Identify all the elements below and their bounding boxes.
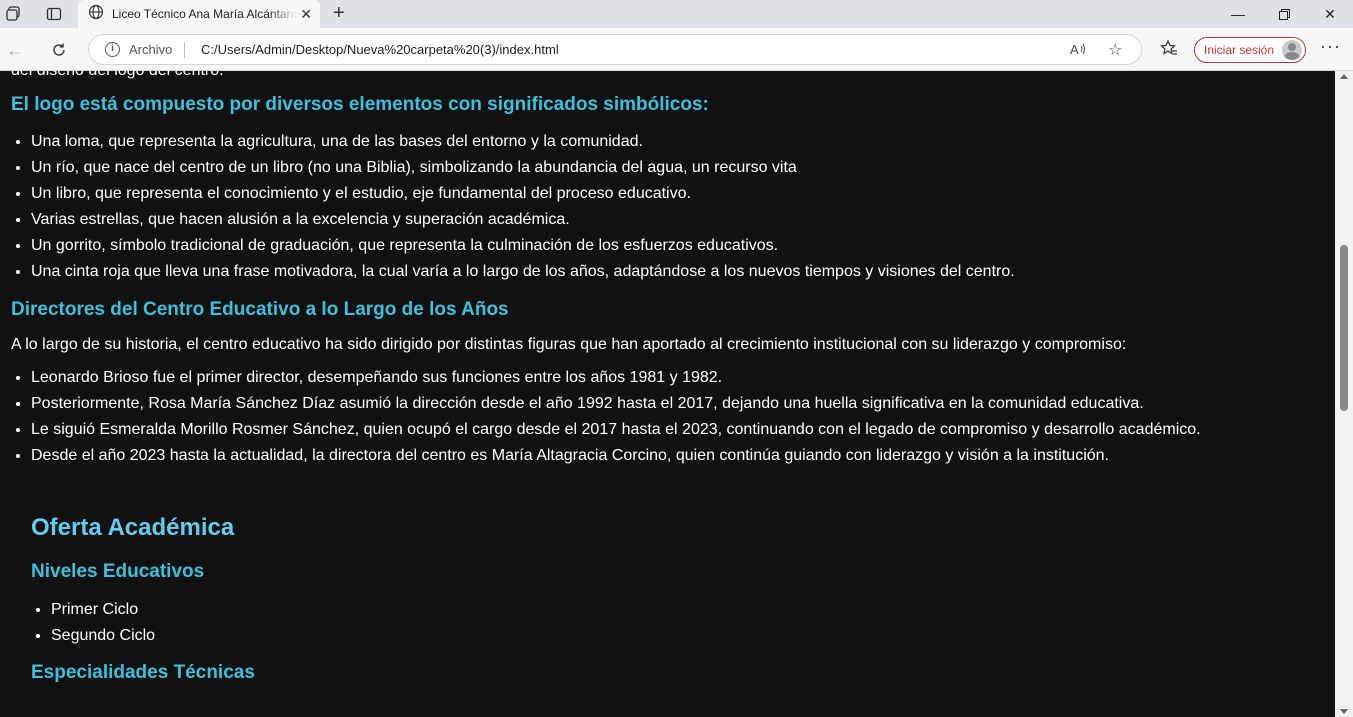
site-info-icon[interactable]: i [105, 42, 120, 57]
tab-title: Liceo Técnico Ana María Alcántara [112, 7, 297, 21]
signin-button[interactable]: Iniciar sesión [1194, 37, 1306, 63]
directors-list: Leonardo Brioso fue el primer director, … [11, 365, 1321, 469]
list-item: Un gorrito, símbolo tradicional de gradu… [31, 233, 1321, 259]
read-aloud-icon[interactable]: A [1069, 40, 1087, 63]
back-arrow-icon[interactable]: ← [2, 37, 28, 63]
browser-tab-active[interactable]: Liceo Técnico Ana María Alcántara ✕ [78, 0, 320, 28]
avatar-icon [1282, 40, 1302, 60]
minimize-icon[interactable]: — [1215, 0, 1261, 28]
workspaces-icon[interactable] [4, 4, 24, 24]
globe-icon [88, 4, 104, 25]
close-tab-icon[interactable]: ✕ [300, 6, 312, 23]
address-scheme-label: Archivo [129, 42, 173, 57]
scroll-up-arrow-icon[interactable] [1340, 74, 1348, 79]
list-item: Varias estrellas, que hacen alusión a la… [31, 207, 1321, 233]
especialidades-heading: Especialidades Técnicas [31, 662, 255, 683]
list-item: Una cinta roja que lleva una frase motiv… [31, 259, 1321, 285]
address-url[interactable]: C:/Users/Admin/Desktop/Nueva%20carpeta%2… [201, 42, 559, 57]
list-item: Primer Ciclo [51, 597, 1321, 623]
list-item: Una loma, que representa la agricultura,… [31, 129, 1321, 155]
intro-paragraph-cut: del diseño del logo del centro. [11, 71, 1321, 81]
niveles-list: Primer Ciclo Segundo Ciclo [31, 597, 1321, 649]
logo-elements-list: Una loma, que representa la agricultura,… [11, 129, 1321, 285]
list-item: Leonardo Brioso fue el primer director, … [31, 365, 1321, 391]
restore-icon[interactable] [1261, 0, 1307, 28]
scrollbar-thumb[interactable] [1340, 245, 1348, 411]
browser-toolbar: ← i Archivo C:/Users/Admin/Desktop/Nueva… [0, 28, 1353, 71]
list-item: Segundo Ciclo [51, 623, 1321, 649]
more-menu-icon[interactable]: ··· [1320, 36, 1341, 57]
page-viewport: del diseño del logo del centro. El logo … [0, 71, 1335, 717]
refresh-icon[interactable] [46, 37, 72, 63]
list-item: Un libro, que representa el conocimiento… [31, 181, 1321, 207]
scroll-down-arrow-icon[interactable] [1340, 709, 1348, 714]
tab-actions-icon[interactable] [44, 4, 64, 24]
oferta-academica-section: Oferta Académica Niveles Educativos Prim… [31, 514, 1321, 684]
address-bar[interactable]: i Archivo C:/Users/Admin/Desktop/Nueva%2… [88, 34, 1142, 65]
directors-intro: A lo largo de su historia, el centro edu… [11, 336, 1127, 353]
favorites-icon[interactable] [1160, 39, 1178, 62]
directors-section-heading: Directores del Centro Educativo a lo Lar… [11, 299, 509, 320]
favorite-star-icon[interactable]: ☆ [1108, 40, 1122, 60]
signin-label: Iniciar sesión [1204, 43, 1275, 57]
address-separator [184, 42, 185, 58]
vertical-scrollbar[interactable] [1335, 71, 1353, 717]
niveles-heading: Niveles Educativos [31, 561, 205, 582]
list-item: Posteriormente, Rosa María Sánchez Díaz … [31, 391, 1321, 417]
list-item: Un río, que nace del centro de un libro … [31, 155, 1321, 181]
svg-text:A: A [1070, 42, 1079, 57]
browser-title-bar: Liceo Técnico Ana María Alcántara ✕ + — … [0, 0, 1353, 28]
list-item: Le siguió Esmeralda Morillo Rosmer Sánch… [31, 417, 1321, 443]
close-window-icon[interactable]: ✕ [1307, 0, 1353, 28]
oferta-title: Oferta Académica [31, 514, 235, 541]
new-tab-icon[interactable]: + [333, 2, 345, 25]
page-content: del diseño del logo del centro. El logo … [11, 71, 1321, 684]
logo-section-heading: El logo está compuesto por diversos elem… [11, 94, 709, 115]
list-item: Desde el año 2023 hasta la actualidad, l… [31, 443, 1321, 469]
